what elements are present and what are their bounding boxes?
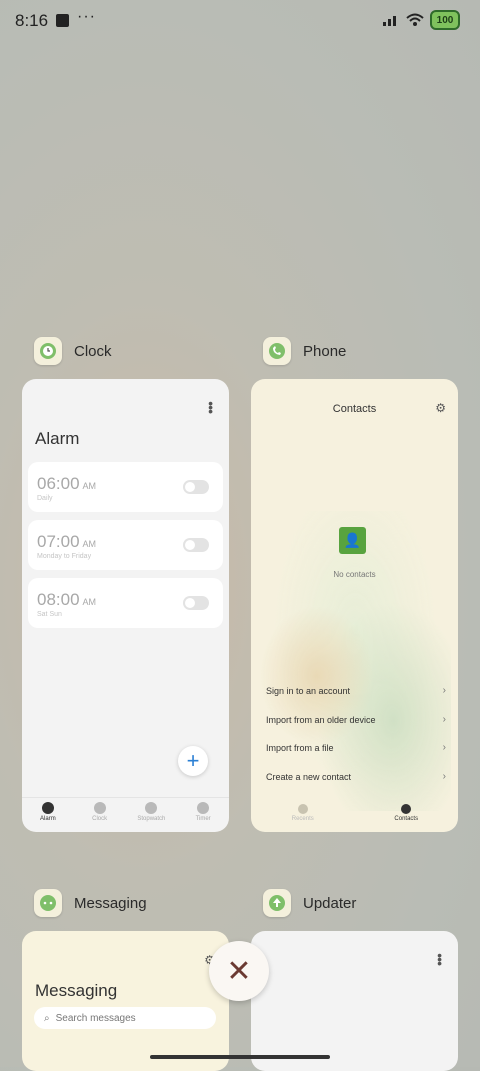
search-placeholder: Search messages — [55, 1012, 136, 1024]
option-import-older-device: Import from an older device › — [266, 714, 446, 725]
alarm-icon — [41, 802, 54, 814]
alarm-ampm: AM — [82, 539, 97, 549]
app-header-phone[interactable]: Phone — [263, 337, 346, 365]
alarm-repeat: Monday to Friday — [37, 553, 92, 560]
option-import-file: Import from a file › — [266, 742, 446, 753]
alarm-item: 08:00 AM Sat Sun — [28, 578, 223, 628]
option-sign-in: Sign in to an account › — [266, 685, 446, 696]
tab-stopwatch: Stopwatch — [126, 798, 178, 832]
notification-icon — [56, 14, 69, 27]
clock-tab-bar: Alarm Clock Stopwatch Timer — [22, 797, 229, 832]
app-header-clock[interactable]: Clock — [34, 337, 112, 365]
phone-icon — [297, 804, 308, 814]
more-notifications-icon: ··· — [77, 8, 96, 25]
clock-app-icon[interactable] — [34, 337, 62, 365]
alarm-toggle — [183, 538, 209, 552]
updater-app-icon[interactable] — [263, 889, 291, 917]
gear-icon: ⚙ — [435, 401, 446, 415]
page-title: Contacts — [332, 403, 377, 415]
messaging-app-card[interactable]: ⚙ Messaging ⌕ Search messages — [22, 931, 229, 1071]
home-indicator[interactable] — [150, 1055, 330, 1059]
clock-app-card[interactable]: • • • Alarm 06:00 AM Daily 07:00 AM Monday t… — [22, 379, 229, 832]
chevron-right-icon: › — [442, 742, 446, 753]
updater-app-card[interactable]: • • • — [251, 931, 458, 1071]
alarm-toggle — [183, 596, 209, 610]
search-icon: ⌕ — [44, 1012, 50, 1024]
empty-state-text: No contacts — [333, 570, 376, 579]
phone-app-icon[interactable] — [263, 337, 291, 365]
alarm-item: 07:00 AM Monday to Friday — [28, 520, 223, 570]
app-name: Phone — [303, 342, 347, 360]
alarm-time: 07:00 — [37, 532, 80, 551]
clock-icon — [93, 802, 106, 814]
tab-contacts: Contacts — [355, 798, 459, 832]
add-alarm-button: + — [178, 746, 208, 776]
alarm-repeat: Daily — [37, 495, 53, 502]
illustration-background — [259, 511, 451, 811]
app-name: Updater — [303, 894, 357, 912]
chevron-right-icon: › — [442, 771, 446, 782]
status-bar: 8:16 ··· 100 — [0, 0, 480, 44]
search-input: ⌕ Search messages — [34, 1007, 216, 1029]
app-name: Messaging — [74, 894, 147, 912]
more-options-icon: • • • — [208, 395, 213, 419]
chevron-right-icon: › — [442, 685, 446, 696]
chevron-right-icon: › — [442, 714, 446, 725]
stopwatch-icon — [145, 802, 158, 814]
tab-timer: Timer — [177, 798, 229, 832]
status-time: 8:16 — [15, 11, 49, 30]
contact-icon: 👤 — [339, 527, 366, 554]
signal-icon — [383, 16, 396, 26]
page-title: Alarm — [35, 429, 80, 448]
tab-alarm: Alarm — [22, 798, 74, 832]
alarm-ampm: AM — [82, 597, 97, 607]
battery-icon: 100 — [430, 10, 460, 30]
clear-all-button[interactable]: ✕ — [209, 941, 269, 1001]
alarm-time: 06:00 — [37, 474, 80, 493]
page-title: Messaging — [35, 981, 118, 1000]
alarm-repeat: Sat Sun — [37, 611, 62, 618]
messaging-app-icon[interactable] — [34, 889, 62, 917]
alarm-ampm: AM — [82, 481, 97, 491]
more-options-icon: • • • — [437, 947, 442, 971]
option-create-contact: Create a new contact › — [266, 771, 446, 782]
wifi-icon — [406, 13, 424, 26]
tab-recents: Recents — [251, 798, 355, 832]
app-header-updater[interactable]: Updater — [263, 889, 356, 917]
tab-clock: Clock — [74, 798, 126, 832]
phone-app-card[interactable]: Contacts ⚙ 👤 No contacts Sign in to an a… — [251, 379, 458, 832]
phone-tab-bar: Recents Contacts — [251, 798, 458, 832]
app-header-messaging[interactable]: Messaging — [34, 889, 147, 917]
alarm-toggle — [183, 480, 209, 494]
person-icon — [401, 804, 412, 814]
alarm-item: 06:00 AM Daily — [28, 462, 223, 512]
alarm-time: 08:00 — [37, 590, 80, 609]
hourglass-icon — [197, 802, 210, 814]
app-name: Clock — [74, 342, 112, 360]
